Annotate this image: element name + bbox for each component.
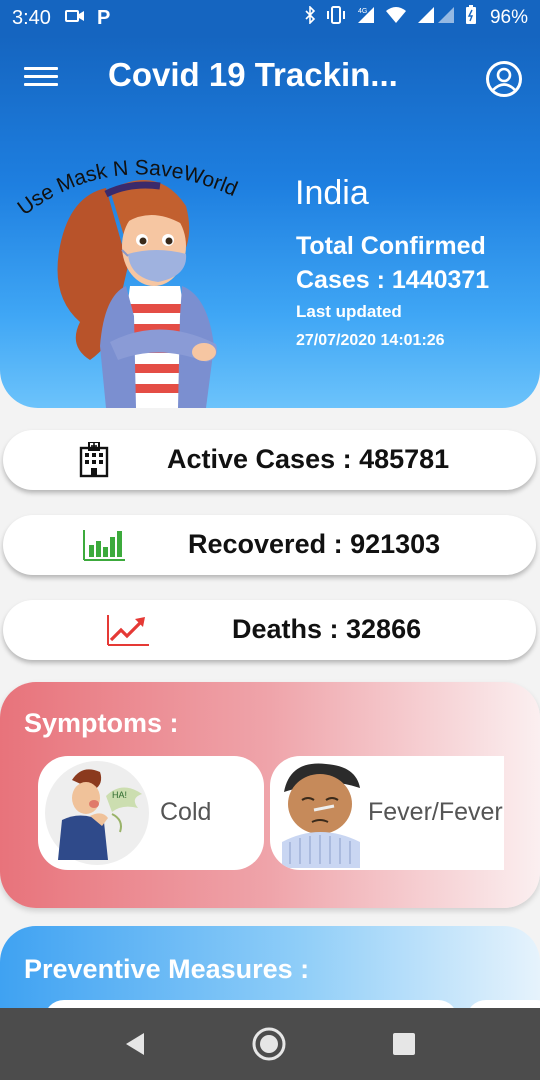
recovered-text: Recovered : 921303 [188,529,441,559]
svg-text:4G: 4G [358,8,367,15]
deaths-text: Deaths : 32866 [232,614,422,644]
vibrate-icon [325,6,347,30]
country-name: India [295,174,369,212]
symptom-card-cold[interactable]: HA! Cold [38,756,264,870]
symptom-label-cold: Cold [160,798,212,826]
last-updated-time: 27/07/2020 14:01:26 [296,332,445,349]
fever-man-illustration [276,758,366,868]
symptom-card-fever[interactable]: Fever/Fever [270,756,504,870]
total-confirmed-cases: Cases : 1440371 [296,266,490,294]
sneezing-man-illustration: HA! [42,760,152,866]
app-screen: 3:40 P 4G 96% Covid 19 Trackin... Use Ma… [0,0,540,1080]
symptom-label-fever: Fever/Fever [368,798,503,826]
total-confirmed-label: Total Confirmed [296,232,486,260]
status-time: 3:40 [12,6,51,29]
active-cases-card[interactable]: Active Cases : 485781 [3,430,536,490]
home-icon[interactable] [251,1026,287,1062]
wifi-icon [385,6,407,30]
bluetooth-icon [304,5,316,30]
active-cases-text: Active Cases : 485781 [167,444,450,474]
status-icons: 4G 96% [304,5,528,31]
deaths-card[interactable]: Deaths : 32866 [3,600,536,660]
system-navigation-bar [0,1008,540,1080]
battery-level: 96% [489,7,528,28]
video-icon [64,9,85,28]
mask-girl-illustration: Use Mask N SaveWorld [10,146,285,408]
app-title: Covid 19 Trackin... [108,56,398,93]
bar-chart-icon [81,527,125,563]
hospital-building-icon [73,441,117,478]
account-circle-icon[interactable] [485,60,523,98]
recovered-card[interactable]: Recovered : 921303 [3,515,536,575]
parking-icon: P [96,6,111,29]
battery-icon [465,5,477,31]
4g-icon: 4G [356,5,376,31]
preventive-title: Preventive Measures : [24,954,310,984]
symptoms-section: Symptoms : HA! Cold Fever/Fever [0,682,540,908]
status-bar: 3:40 P 4G 96% [0,0,540,36]
header-panel: Covid 19 Trackin... Use Mask N SaveWorld [0,36,540,408]
hamburger-menu-icon[interactable] [24,64,58,90]
svg-text:HA!: HA! [112,790,127,800]
back-icon[interactable] [118,1026,154,1062]
recents-icon[interactable] [386,1026,422,1062]
signal-icon [416,5,456,31]
last-updated-label: Last updated [296,302,402,321]
symptoms-title: Symptoms : [24,708,179,738]
trending-up-icon [105,612,149,648]
